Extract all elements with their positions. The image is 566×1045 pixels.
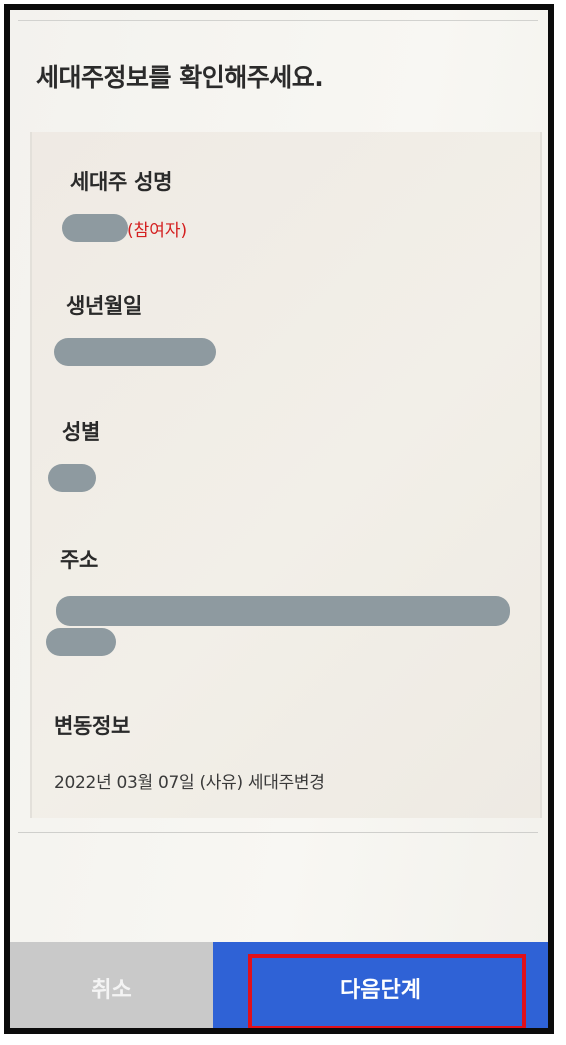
change-info-detail: 2022년 03월 07일 (사유) 세대주변경: [54, 773, 325, 793]
phone-screenshot-frame: 세대주정보를 확인해주세요. 세대주 성명 (참여자) 생년월일 성별 주소 변…: [4, 4, 554, 1034]
top-divider: [18, 20, 538, 21]
change-info-label: 변동정보: [54, 714, 131, 738]
redacted-birth-date: [54, 338, 216, 366]
bottom-divider: [18, 832, 538, 833]
redacted-address-line-1: [56, 596, 510, 626]
gender-label: 성별: [62, 420, 101, 444]
redacted-gender: [48, 464, 96, 492]
address-label: 주소: [60, 548, 99, 572]
screen: 세대주정보를 확인해주세요. 세대주 성명 (참여자) 생년월일 성별 주소 변…: [10, 10, 548, 1028]
cancel-button[interactable]: 취소: [10, 942, 213, 1028]
head-name-label: 세대주 성명: [70, 170, 173, 194]
participant-tag: (참여자): [127, 221, 188, 241]
redacted-address-line-2: [46, 628, 116, 656]
page-title: 세대주정보를 확인해주세요.: [36, 63, 324, 92]
birth-date-label: 생년월일: [66, 294, 143, 318]
redacted-head-name: [62, 214, 128, 242]
next-step-button[interactable]: 다음단계: [213, 942, 548, 1028]
household-info-card: 세대주 성명 (참여자) 생년월일 성별 주소 변동정보 2022년 03월 0…: [30, 132, 542, 818]
